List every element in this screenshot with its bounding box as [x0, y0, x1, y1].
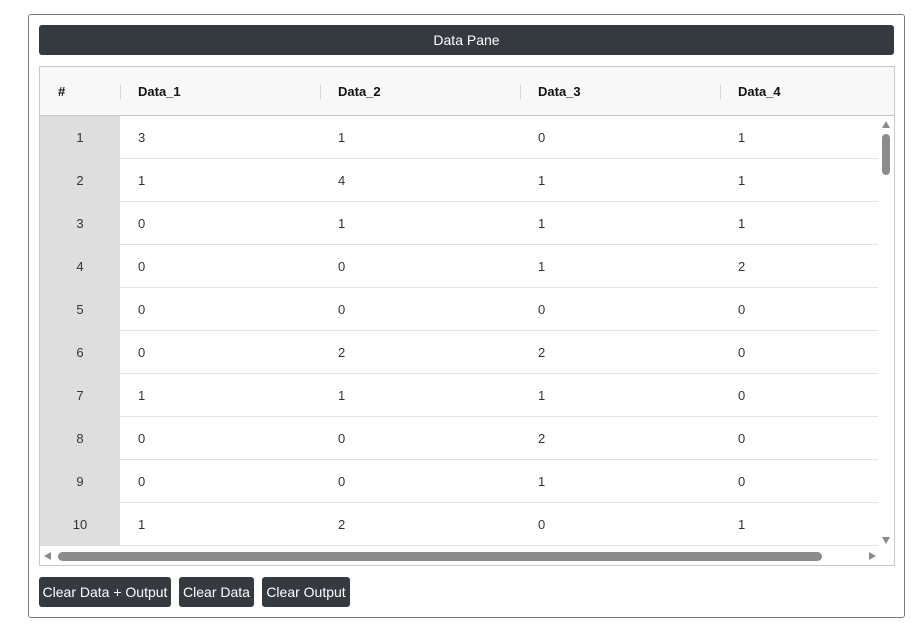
cell-data-1[interactable]: 3	[138, 116, 145, 159]
vertical-scroll-thumb[interactable]	[882, 134, 890, 175]
row-number: 5	[40, 288, 120, 331]
cell-data-1[interactable]: 1	[138, 503, 145, 546]
cell-data-2[interactable]: 1	[338, 116, 345, 159]
clear-output-button[interactable]: Clear Output	[262, 577, 350, 607]
column-header-rownum[interactable]: #	[58, 67, 65, 116]
table-row[interactable]: 1 3 1 0 1	[40, 116, 878, 159]
row-number: 10	[40, 503, 120, 546]
column-header-data-3[interactable]: Data_3	[538, 67, 581, 116]
row-number: 2	[40, 159, 120, 202]
column-header-data-4[interactable]: Data_4	[738, 67, 781, 116]
cell-data-4[interactable]: 0	[738, 288, 745, 331]
cell-data-1[interactable]: 0	[138, 417, 145, 460]
cell-data-2[interactable]: 1	[338, 202, 345, 245]
cell-data-3[interactable]: 1	[538, 245, 545, 288]
cell-data-2[interactable]: 2	[338, 331, 345, 374]
cell-data-1[interactable]: 0	[138, 460, 145, 503]
row-number: 7	[40, 374, 120, 417]
cell-data-2[interactable]: 0	[338, 417, 345, 460]
row-number: 9	[40, 460, 120, 503]
table-row[interactable]: 10 1 2 0 1	[40, 503, 878, 546]
cell-data-3[interactable]: 0	[538, 116, 545, 159]
table-row[interactable]: 6 0 2 2 0	[40, 331, 878, 374]
data-pane-panel: Data Pane # Data_1 Data_2 Data_3 Data_4 …	[28, 14, 905, 618]
column-separator[interactable]	[520, 85, 521, 99]
vertical-scrollbar[interactable]	[878, 116, 894, 548]
column-header-data-2[interactable]: Data_2	[338, 67, 381, 116]
table-row[interactable]: 9 0 0 1 0	[40, 460, 878, 503]
table-row[interactable]: 8 0 0 2 0	[40, 417, 878, 460]
scroll-up-arrow-icon[interactable]	[882, 121, 890, 128]
cell-data-1[interactable]: 1	[138, 374, 145, 417]
cell-data-3[interactable]: 0	[538, 503, 545, 546]
cell-data-4[interactable]: 1	[738, 202, 745, 245]
cell-data-4[interactable]: 0	[738, 417, 745, 460]
cell-data-1[interactable]: 0	[138, 288, 145, 331]
cell-data-4[interactable]: 1	[738, 503, 745, 546]
cell-data-3[interactable]: 1	[538, 460, 545, 503]
row-divider	[120, 545, 878, 546]
cell-data-1[interactable]: 0	[138, 202, 145, 245]
cell-data-4[interactable]: 2	[738, 245, 745, 288]
cell-data-4[interactable]: 0	[738, 331, 745, 374]
table-row[interactable]: 4 0 0 1 2	[40, 245, 878, 288]
cell-data-4[interactable]: 0	[738, 374, 745, 417]
cell-data-2[interactable]: 2	[338, 503, 345, 546]
column-separator[interactable]	[120, 85, 121, 99]
grid-body: 1 3 1 0 1 2 1 4 1 1 3 0 1 1 1 4 0 0 1 2 …	[40, 116, 878, 548]
scroll-down-arrow-icon[interactable]	[882, 537, 890, 544]
cell-data-1[interactable]: 1	[138, 159, 145, 202]
horizontal-scroll-thumb[interactable]	[58, 552, 822, 561]
table-row[interactable]: 5 0 0 0 0	[40, 288, 878, 331]
column-separator[interactable]	[320, 85, 321, 99]
cell-data-3[interactable]: 1	[538, 374, 545, 417]
cell-data-4[interactable]: 1	[738, 159, 745, 202]
table-row[interactable]: 7 1 1 1 0	[40, 374, 878, 417]
horizontal-scrollbar[interactable]	[40, 548, 894, 565]
row-number: 4	[40, 245, 120, 288]
grid-header: # Data_1 Data_2 Data_3 Data_4	[40, 67, 894, 116]
cell-data-2[interactable]: 0	[338, 245, 345, 288]
cell-data-2[interactable]: 0	[338, 460, 345, 503]
data-grid: # Data_1 Data_2 Data_3 Data_4 1 3 1 0 1 …	[39, 66, 895, 566]
row-number: 6	[40, 331, 120, 374]
cell-data-4[interactable]: 1	[738, 116, 745, 159]
cell-data-2[interactable]: 0	[338, 288, 345, 331]
cell-data-1[interactable]: 0	[138, 245, 145, 288]
row-number: 1	[40, 116, 120, 159]
pane-title: Data Pane	[39, 25, 894, 55]
table-row[interactable]: 3 0 1 1 1	[40, 202, 878, 245]
cell-data-2[interactable]: 4	[338, 159, 345, 202]
cell-data-4[interactable]: 0	[738, 460, 745, 503]
cell-data-1[interactable]: 0	[138, 331, 145, 374]
table-row[interactable]: 2 1 4 1 1	[40, 159, 878, 202]
cell-data-3[interactable]: 1	[538, 159, 545, 202]
scroll-left-arrow-icon[interactable]	[44, 552, 51, 560]
scroll-right-arrow-icon[interactable]	[869, 552, 876, 560]
cell-data-3[interactable]: 1	[538, 202, 545, 245]
clear-data-button[interactable]: Clear Data	[179, 577, 254, 607]
column-separator[interactable]	[720, 85, 721, 99]
cell-data-3[interactable]: 2	[538, 331, 545, 374]
cell-data-3[interactable]: 0	[538, 288, 545, 331]
clear-data-output-button[interactable]: Clear Data + Output	[39, 577, 171, 607]
cell-data-2[interactable]: 1	[338, 374, 345, 417]
cell-data-3[interactable]: 2	[538, 417, 545, 460]
row-number: 8	[40, 417, 120, 460]
row-number: 3	[40, 202, 120, 245]
column-header-data-1[interactable]: Data_1	[138, 67, 181, 116]
